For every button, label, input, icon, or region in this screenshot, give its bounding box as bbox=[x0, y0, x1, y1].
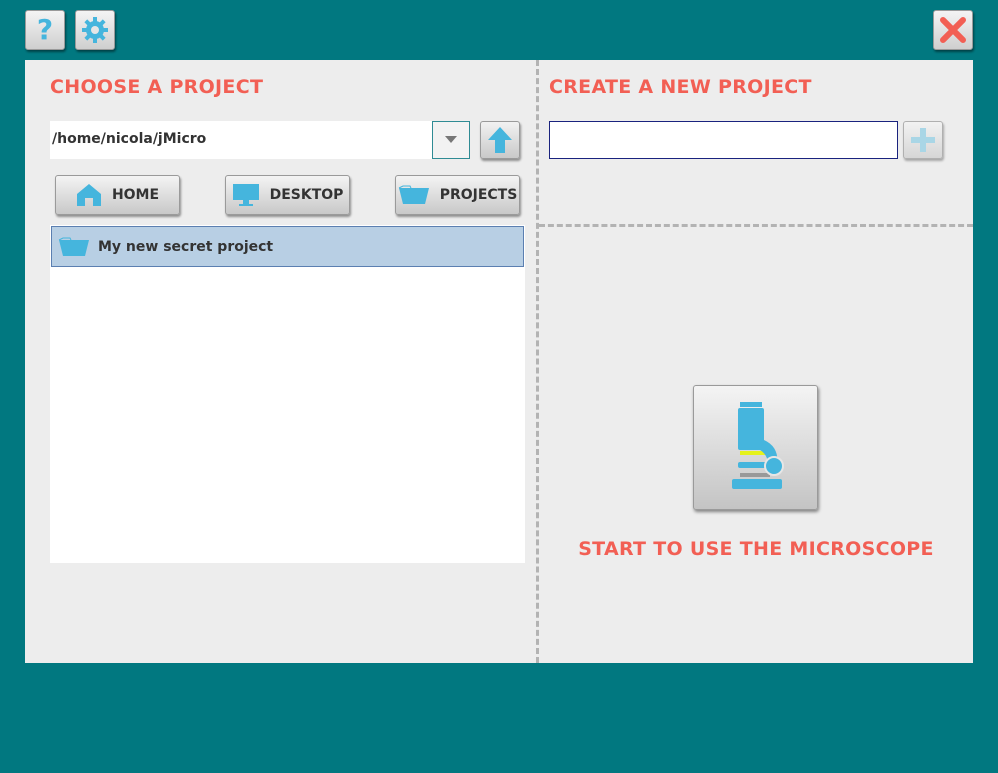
monitor-icon bbox=[232, 184, 259, 206]
horizontal-divider bbox=[539, 224, 973, 227]
parent-directory-button[interactable] bbox=[480, 121, 520, 159]
add-project-button[interactable] bbox=[903, 121, 943, 159]
choose-project-title: CHOOSE A PROJECT bbox=[50, 76, 264, 98]
home-button[interactable]: HOME bbox=[55, 175, 180, 215]
list-item-label: My new secret project bbox=[98, 238, 274, 255]
arrow-up-icon bbox=[488, 127, 512, 153]
projects-button[interactable]: PROJECTS bbox=[395, 175, 520, 215]
new-project-name-input[interactable] bbox=[549, 121, 898, 159]
folder-icon bbox=[58, 237, 90, 257]
settings-button[interactable] bbox=[75, 10, 115, 50]
plus-icon bbox=[911, 128, 935, 152]
path-combobox[interactable]: /home/nicola/jMicro bbox=[50, 121, 470, 159]
projects-button-label: PROJECTS bbox=[439, 187, 518, 203]
help-button[interactable]: ? bbox=[25, 10, 65, 50]
create-project-title: CREATE A NEW PROJECT bbox=[549, 76, 812, 98]
gear-icon bbox=[82, 17, 108, 43]
home-button-label: HOME bbox=[111, 187, 160, 203]
main-panel: CHOOSE A PROJECT /home/nicola/jMicro HOM… bbox=[25, 60, 973, 663]
chevron-down-icon bbox=[445, 136, 457, 143]
start-microscope-button[interactable] bbox=[693, 385, 818, 510]
project-list: My new secret project bbox=[50, 225, 525, 563]
question-mark-icon: ? bbox=[36, 13, 54, 46]
start-microscope-label: START TO USE THE MICROSCOPE bbox=[578, 538, 934, 560]
vertical-divider bbox=[536, 60, 539, 663]
path-value: /home/nicola/jMicro bbox=[52, 131, 207, 147]
microscope-icon bbox=[731, 401, 784, 489]
close-button[interactable] bbox=[933, 10, 973, 50]
desktop-button[interactable]: DESKTOP bbox=[225, 175, 350, 215]
home-icon bbox=[76, 184, 101, 206]
folder-icon bbox=[398, 185, 429, 204]
close-icon bbox=[940, 17, 966, 43]
desktop-button-label: DESKTOP bbox=[269, 187, 344, 203]
combo-dropdown-button[interactable] bbox=[432, 121, 470, 159]
list-item[interactable]: My new secret project bbox=[51, 226, 524, 267]
